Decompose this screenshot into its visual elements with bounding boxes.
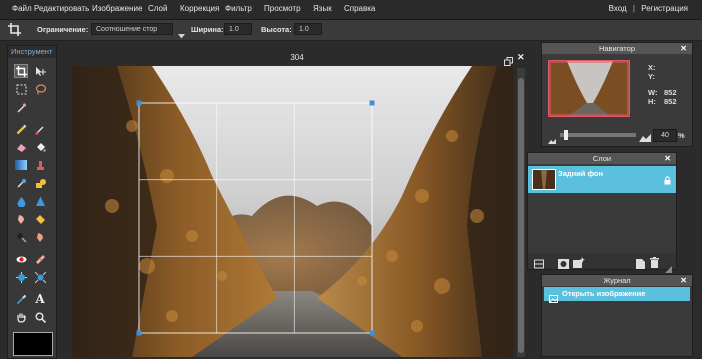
- magic-wand-icon[interactable]: [14, 100, 28, 114]
- layers-panel: Слои ✕ Задний фон: [527, 152, 677, 273]
- layer-name: Задний фон: [558, 169, 604, 178]
- register-link[interactable]: Регистрация: [641, 4, 688, 13]
- smudge-icon[interactable]: [14, 212, 28, 226]
- layer-thumbnail: [532, 169, 556, 190]
- eraser-icon[interactable]: [14, 140, 28, 154]
- hand-icon[interactable]: [14, 310, 28, 324]
- draw-icon[interactable]: [33, 176, 47, 190]
- constraint-value: Соотношение стор: [96, 26, 158, 33]
- layers-title: Слои: [528, 153, 676, 164]
- blur-icon[interactable]: [14, 194, 28, 208]
- canvas-title: 304: [290, 53, 304, 62]
- zoom-slider[interactable]: [560, 130, 636, 140]
- autumn-road-photo: [72, 66, 513, 357]
- toolbox-title: Инструмент: [8, 46, 56, 58]
- nav-w-value: 852: [664, 88, 677, 97]
- stamp-icon[interactable]: [33, 158, 47, 172]
- gradient-icon[interactable]: [14, 158, 28, 172]
- close-canvas-icon[interactable]: ✕: [517, 52, 525, 63]
- layer-settings-icon[interactable]: [534, 256, 544, 274]
- zoom-in-icon[interactable]: [639, 129, 651, 147]
- lock-icon: [664, 172, 671, 190]
- trash-icon[interactable]: [650, 255, 659, 273]
- paint-bucket-icon[interactable]: [33, 140, 47, 154]
- menu-help[interactable]: Справка: [344, 4, 375, 13]
- close-history-icon[interactable]: ✕: [680, 275, 687, 286]
- chevron-down-icon[interactable]: [178, 26, 185, 44]
- nav-y-label: Y:: [648, 72, 655, 81]
- menu-image[interactable]: Изображение: [92, 4, 142, 13]
- width-input[interactable]: 1.0: [224, 23, 252, 35]
- zoom-out-icon[interactable]: [548, 131, 556, 149]
- options-bar: Ограничение: Соотношение стор Ширина: 1.…: [0, 20, 702, 41]
- nav-x-label: X:: [648, 63, 656, 72]
- height-label: Высота:: [261, 25, 292, 34]
- crop-tool-button[interactable]: [14, 64, 28, 78]
- brush-icon[interactable]: [33, 122, 47, 136]
- navigator-title: Навигатор: [542, 43, 692, 54]
- constraint-label: Ограничение:: [37, 25, 89, 34]
- color-picker-icon[interactable]: [14, 292, 28, 306]
- login-link[interactable]: Вход: [609, 4, 627, 13]
- primary-color-swatch[interactable]: [13, 332, 53, 356]
- marquee-tool-button[interactable]: [14, 82, 28, 96]
- zoom-input[interactable]: 40: [653, 129, 677, 142]
- new-layer-icon[interactable]: [636, 256, 645, 274]
- menu-layer[interactable]: Слой: [148, 4, 167, 13]
- auth-separator: |: [632, 4, 635, 13]
- menu-adjust[interactable]: Коррекция: [180, 4, 219, 13]
- zoom-icon[interactable]: [33, 310, 47, 324]
- layer-mask-icon[interactable]: [558, 256, 569, 274]
- red-eye-icon[interactable]: [14, 252, 28, 266]
- close-layers-icon[interactable]: ✕: [664, 153, 671, 164]
- history-panel: Журнал ✕ Открыть изображение: [541, 274, 693, 357]
- height-input[interactable]: 1.0: [294, 23, 322, 35]
- nav-h-label: H:: [648, 97, 656, 106]
- menu-view[interactable]: Просмотр: [264, 4, 301, 13]
- layer-row[interactable]: Задний фон: [528, 166, 676, 193]
- toolbox-panel: Инструмент A: [7, 45, 57, 359]
- canvas-image[interactable]: [72, 66, 513, 357]
- color-replace-icon[interactable]: [14, 176, 28, 190]
- vertical-scrollbar[interactable]: [517, 68, 525, 357]
- menu-file[interactable]: Файл: [12, 4, 32, 13]
- menu-bar: Файл Редактировать Изображение Слой Корр…: [0, 0, 702, 20]
- dodge-icon[interactable]: [14, 230, 28, 244]
- close-navigator-icon[interactable]: ✕: [680, 43, 687, 54]
- nav-h-value: 852: [664, 97, 677, 106]
- nav-w-label: W:: [648, 88, 658, 97]
- menu-edit[interactable]: Редактировать: [34, 4, 89, 13]
- width-label: Ширина:: [191, 25, 224, 34]
- history-item[interactable]: Открыть изображение: [544, 287, 690, 303]
- lasso-tool-button[interactable]: [33, 82, 47, 96]
- sharpen-icon[interactable]: [33, 194, 47, 208]
- text-tool-icon[interactable]: A: [33, 292, 47, 306]
- history-item-label: Открыть изображение: [562, 289, 646, 298]
- menu-filter[interactable]: Фильтр: [225, 4, 252, 13]
- scrollbar-thumb[interactable]: [518, 78, 524, 353]
- navigator-panel: Навигатор ✕ X: Y: W: 852 H: 852 40 %: [541, 42, 693, 147]
- crop-tool-icon: [8, 23, 21, 41]
- menu-language[interactable]: Язык: [313, 4, 332, 13]
- move-tool-button[interactable]: [33, 64, 47, 78]
- zoom-unit: %: [678, 131, 685, 140]
- layers-footer: [528, 253, 676, 273]
- layer-styles-icon[interactable]: [573, 255, 585, 273]
- pencil-icon[interactable]: [14, 122, 28, 136]
- bloat-icon[interactable]: [14, 270, 28, 284]
- history-title: Журнал: [542, 275, 692, 286]
- zoom-slider-handle[interactable]: [564, 130, 568, 140]
- navigator-thumbnail[interactable]: [548, 60, 630, 117]
- sponge-icon[interactable]: [33, 212, 47, 226]
- auth-links: Вход | Регистрация: [609, 4, 688, 13]
- open-image-icon: [549, 290, 558, 308]
- pinch-icon[interactable]: [33, 270, 47, 284]
- burn-icon[interactable]: [33, 230, 47, 244]
- spot-heal-icon[interactable]: [33, 252, 47, 266]
- canvas-window: 304 ✕: [68, 52, 526, 357]
- constraint-select[interactable]: Соотношение стор: [91, 23, 173, 35]
